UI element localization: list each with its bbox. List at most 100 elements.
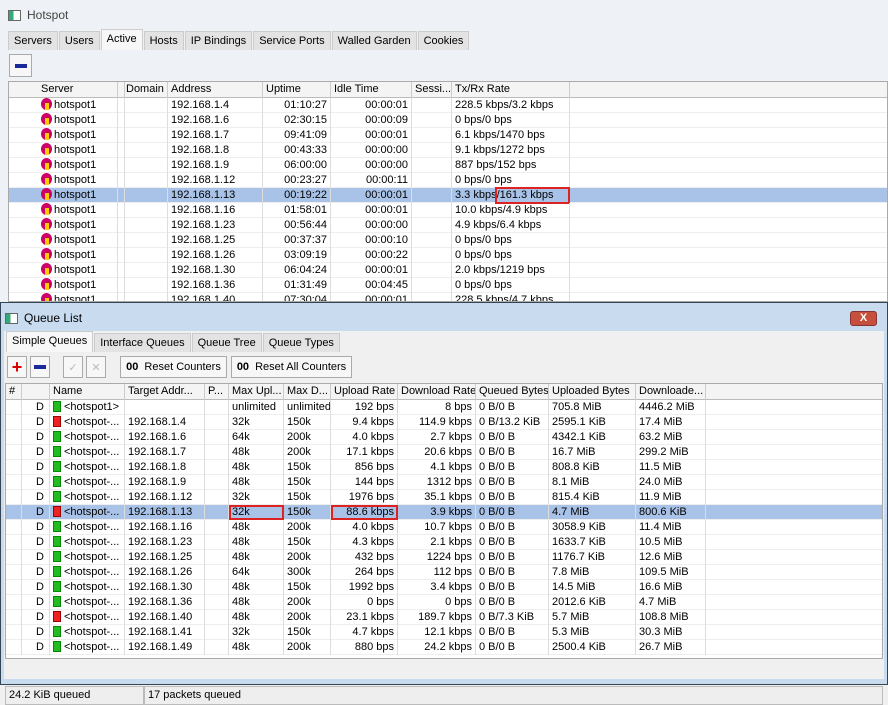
cell: 16.7 MiB — [549, 445, 636, 460]
column-header[interactable]: Idle Time — [331, 82, 412, 98]
column-header[interactable]: Queued Bytes — [476, 384, 549, 400]
cell: 48k — [229, 640, 284, 655]
enable-button[interactable]: ✓ — [63, 356, 83, 378]
tab-users[interactable]: Users — [58, 31, 100, 50]
cell-text: 108.8 MiB — [639, 611, 689, 623]
column-header[interactable]: Max D... — [284, 384, 331, 400]
table-row[interactable]: D <hotspot-... 192.168.1.40 48k 200k 23.1 kbp… — [6, 610, 882, 625]
column-header[interactable]: Name — [50, 384, 125, 400]
cell: 192.168.1.40 — [168, 293, 263, 301]
cell-text: 5.3 MiB — [552, 626, 590, 638]
table-row[interactable]: D <hotspot-... 192.168.1.6 64k 200k 4.0 kbps 2… — [6, 430, 882, 445]
column-header[interactable]: P... — [205, 384, 229, 400]
cell — [123, 263, 168, 278]
cell-text: 264 bps — [354, 566, 394, 578]
table-row[interactable]: D <hotspot-... 192.168.1.41 32k 150k 4.7 kbps… — [6, 625, 882, 640]
tab-active[interactable]: Active — [100, 29, 143, 50]
cell-text: hotspot1 — [54, 219, 97, 231]
reset-all-counters-button[interactable]: 00 Reset All Counters — [231, 356, 352, 378]
tab-interface-queues[interactable]: Interface Queues — [94, 333, 191, 352]
highlight-box — [495, 187, 570, 204]
cell-text: <hotspot-... — [64, 506, 120, 518]
column-header[interactable]: Uptime — [263, 82, 331, 98]
hotspot-user-icon — [41, 233, 52, 245]
table-row[interactable]: hotspot1 192.168.1.9 06:00:00 00:00:00 887 b… — [9, 158, 887, 173]
table-row[interactable]: D <hotspot-... 192.168.1.12 32k 150k 1976 bps… — [6, 490, 882, 505]
table-row[interactable]: D <hotspot-... 192.168.1.23 48k 150k 4.3 kbps… — [6, 535, 882, 550]
column-header[interactable]: Max Upl... — [229, 384, 284, 400]
cell: 144 bps — [331, 475, 398, 490]
table-row[interactable]: D <hotspot-... 192.168.1.30 48k 150k 1992 bps… — [6, 580, 882, 595]
cell: 48k — [229, 610, 284, 625]
table-row[interactable]: hotspot1 192.168.1.40 07:30:04 00:00:01 228.… — [9, 293, 887, 301]
column-header[interactable]: Target Addr... — [125, 384, 205, 400]
table-row[interactable]: hotspot1 192.168.1.7 09:41:09 00:00:01 6.1 k… — [9, 128, 887, 143]
column-header[interactable]: Sessi... — [412, 82, 452, 98]
cell-text: 88.6 kbps — [346, 506, 394, 518]
disable-button[interactable]: ✕ — [86, 356, 106, 378]
column-header[interactable]: Uploaded Bytes — [549, 384, 636, 400]
column-header[interactable]: # — [6, 384, 22, 400]
cell-text: 192.168.1.16 — [171, 204, 236, 216]
table-row[interactable]: hotspot1 192.168.1.26 03:09:19 00:00:22 0 bp… — [9, 248, 887, 263]
column-header[interactable]: Domain — [123, 82, 168, 98]
table-row[interactable]: D <hotspot-... 192.168.1.4 32k 150k 9.4 kbps 1… — [6, 415, 882, 430]
tab-hosts[interactable]: Hosts — [143, 31, 184, 50]
tab-servers[interactable]: Servers — [8, 31, 58, 50]
table-row[interactable]: hotspot1 192.168.1.6 02:30:15 00:00:09 0 bps… — [9, 113, 887, 128]
column-header[interactable]: Tx/Rx Rate — [452, 82, 570, 98]
cell-text: 192.168.1.36 — [128, 596, 193, 608]
tab-ip-bindings[interactable]: IP Bindings — [184, 31, 253, 50]
table-row[interactable]: D <hotspot-... 192.168.1.25 48k 200k 432 bps 1… — [6, 550, 882, 565]
tab-cookies[interactable]: Cookies — [417, 31, 470, 50]
cell: 01:31:49 — [263, 278, 331, 293]
cell: 01:10:27 — [263, 98, 331, 113]
column-header[interactable]: Address — [168, 82, 263, 98]
x-icon: ✕ — [91, 361, 101, 374]
table-row[interactable]: D <hotspot-... 192.168.1.7 48k 200k 17.1 kbps… — [6, 445, 882, 460]
remove-button[interactable] — [30, 356, 50, 378]
table-row[interactable]: hotspot1 192.168.1.16 01:58:01 00:00:01 10.0… — [9, 203, 887, 218]
cell-text: <hotspot-... — [64, 416, 120, 428]
table-row[interactable]: D <hotspot-... 192.168.1.13 32k 150k 88.6 kbp… — [6, 505, 882, 520]
cell: 112 bps — [398, 565, 476, 580]
table-row[interactable]: D <hotspot-... 192.168.1.36 48k 200k 0 bps 0 b… — [6, 595, 882, 610]
table-row[interactable]: hotspot1 192.168.1.36 01:31:49 00:04:45 0 bp… — [9, 278, 887, 293]
table-row[interactable]: hotspot1 192.168.1.25 00:37:37 00:00:10 0 bp… — [9, 233, 887, 248]
remove-button[interactable] — [9, 54, 32, 77]
cell: 48k — [229, 445, 284, 460]
table-row[interactable]: hotspot1 192.168.1.30 06:04:24 00:00:01 2.0 … — [9, 263, 887, 278]
close-button[interactable]: X — [850, 311, 877, 326]
tab-queue-tree[interactable]: Queue Tree — [191, 333, 262, 352]
cell: 150k — [284, 535, 331, 550]
table-row[interactable]: hotspot1 192.168.1.23 00:56:44 00:00:00 4.9 … — [9, 218, 887, 233]
tab-simple-queues[interactable]: Simple Queues — [6, 331, 94, 352]
column-header[interactable]: Downloade... — [636, 384, 706, 400]
tab-service-ports[interactable]: Service Ports — [253, 31, 331, 50]
table-row[interactable]: hotspot1 192.168.1.8 00:43:33 00:00:00 9.1 k… — [9, 143, 887, 158]
cell: D — [22, 415, 50, 430]
add-button[interactable]: + — [7, 356, 27, 378]
tx-rx-rate: 9.1 kbps/1272 bps — [455, 144, 545, 156]
table-row[interactable]: hotspot1 192.168.1.13 00:19:22 00:00:01 3.3 … — [9, 187, 887, 204]
column-header[interactable]: Server — [38, 82, 118, 98]
hotspot-window: Hotspot Servers Users Active Hosts IP Bindin… — [0, 0, 888, 302]
table-row[interactable]: D <hotspot-... 192.168.1.26 64k 300k 264 bps 1… — [6, 565, 882, 580]
table-row[interactable]: D <hotspot-... 192.168.1.49 48k 200k 880 bps 2… — [6, 640, 882, 655]
cell: <hotspot-... — [50, 445, 125, 460]
cell-text: 0 B/0 B — [479, 626, 516, 638]
column-header[interactable]: Download Rate — [398, 384, 476, 400]
column-header[interactable]: Upload Rate — [331, 384, 398, 400]
table-row[interactable]: D <hotspot-... 192.168.1.9 48k 150k 144 bps 13… — [6, 475, 882, 490]
table-row[interactable]: D <hotspot-... 192.168.1.16 48k 200k 4.0 kbps… — [6, 520, 882, 535]
cell: 16.6 MiB — [636, 580, 706, 595]
table-row[interactable]: D <hotspot1> unlimited unlimited 192 bps 8 bp… — [6, 400, 882, 415]
table-row[interactable]: D <hotspot-... 192.168.1.8 48k 150k 856 bps 4.… — [6, 460, 882, 475]
reset-counters-button[interactable]: 00 Reset Counters — [120, 356, 227, 378]
column-header[interactable] — [22, 384, 50, 400]
table-row[interactable]: hotspot1 192.168.1.4 01:10:27 00:00:01 228.5… — [9, 98, 887, 113]
cell-text: 192.168.1.7 — [128, 446, 187, 458]
tab-queue-types[interactable]: Queue Types — [262, 333, 340, 352]
tab-walled-garden[interactable]: Walled Garden — [331, 31, 417, 50]
table-row[interactable]: hotspot1 192.168.1.12 00:23:27 00:00:11 0 bp… — [9, 173, 887, 188]
